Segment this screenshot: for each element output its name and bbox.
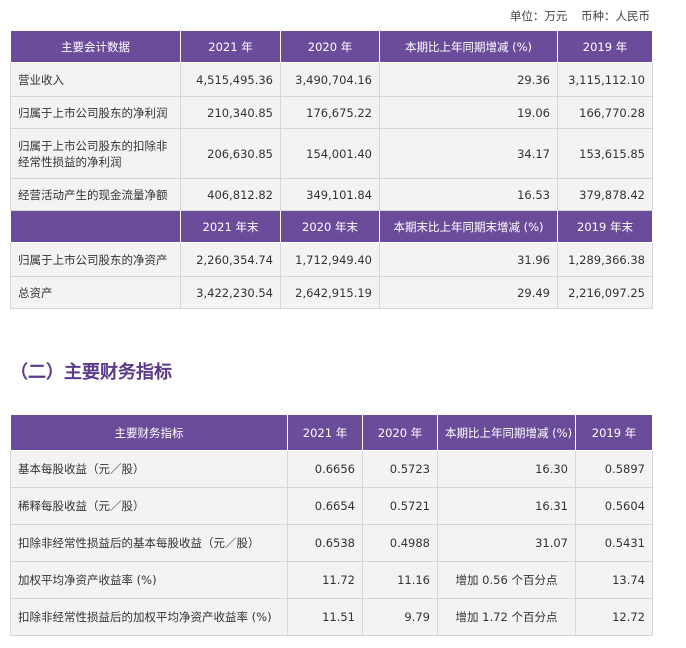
column-header <box>10 210 181 243</box>
cell-value: 31.07 <box>437 524 576 562</box>
cell-value: 12.72 <box>575 598 653 636</box>
table-header-row: 主要会计数据 2021 年 2020 年 本期比上年同期增减 (%) 2019 … <box>10 30 653 63</box>
table-row: 归属于上市公司股东的扣除非经常性损益的净利润 206,630.85 154,00… <box>10 128 653 179</box>
row-label: 总资产 <box>10 276 181 309</box>
row-label: 扣除非经常性损益后的加权平均净资产收益率 (%) <box>10 598 288 636</box>
cell-value: 11.72 <box>287 561 363 599</box>
cell-value: 0.5604 <box>575 487 653 525</box>
cell-value: 2,642,915.19 <box>280 276 380 309</box>
currency-label: 币种：人民币 <box>581 9 650 23</box>
cell-value: 2,260,354.74 <box>180 242 281 277</box>
cell-value: 349,101.84 <box>280 178 380 211</box>
table-row: 稀释每股收益（元／股） 0.6654 0.5721 16.31 0.5604 <box>10 487 653 525</box>
column-header: 2021 年末 <box>180 210 281 243</box>
row-label: 扣除非经常性损益后的基本每股收益（元／股） <box>10 524 288 562</box>
column-header: 本期比上年同期增减 (%) <box>379 30 558 63</box>
financial-indicators-table: 主要财务指标 2021 年 2020 年 本期比上年同期增减 (%) 2019 … <box>10 414 653 636</box>
cell-value: 增加 0.56 个百分点 <box>437 561 576 599</box>
cell-value: 0.6538 <box>287 524 363 562</box>
cell-value: 1,712,949.40 <box>280 242 380 277</box>
cell-value: 19.06 <box>379 96 558 129</box>
cell-value: 154,001.40 <box>280 128 380 179</box>
row-label: 基本每股收益（元／股） <box>10 450 288 488</box>
table-row: 归属于上市公司股东的净资产 2,260,354.74 1,712,949.40 … <box>10 242 653 277</box>
cell-value: 2,216,097.25 <box>557 276 653 309</box>
cell-value: 406,812.82 <box>180 178 281 211</box>
row-label: 归属于上市公司股东的净利润 <box>10 96 181 129</box>
column-header: 主要会计数据 <box>10 30 181 63</box>
cell-value: 13.74 <box>575 561 653 599</box>
cell-value: 16.53 <box>379 178 558 211</box>
column-header: 2021 年 <box>287 414 363 451</box>
unit-line: 单位：万元 币种：人民币 <box>510 8 650 24</box>
table-row: 归属于上市公司股东的净利润 210,340.85 176,675.22 19.0… <box>10 96 653 129</box>
table-row: 经营活动产生的现金流量净额 406,812.82 349,101.84 16.5… <box>10 178 653 211</box>
cell-value: 29.49 <box>379 276 558 309</box>
accounting-data-table: 主要会计数据 2021 年 2020 年 本期比上年同期增减 (%) 2019 … <box>10 30 653 309</box>
table-row: 基本每股收益（元／股） 0.6656 0.5723 16.30 0.5897 <box>10 450 653 488</box>
cell-value: 9.79 <box>362 598 438 636</box>
column-header: 2019 年 <box>557 30 653 63</box>
cell-value: 0.5723 <box>362 450 438 488</box>
cell-value: 3,115,112.10 <box>557 62 653 97</box>
cell-value: 29.36 <box>379 62 558 97</box>
cell-value: 0.5897 <box>575 450 653 488</box>
table-subheader-row: 2021 年末 2020 年末 本期末比上年同期末增减 (%) 2019 年末 <box>10 210 653 243</box>
cell-value: 176,675.22 <box>280 96 380 129</box>
cell-value: 3,490,704.16 <box>280 62 380 97</box>
cell-value: 206,630.85 <box>180 128 281 179</box>
cell-value: 1,289,366.38 <box>557 242 653 277</box>
column-header: 2020 年末 <box>280 210 380 243</box>
row-label: 加权平均净资产收益率 (%) <box>10 561 288 599</box>
cell-value: 11.16 <box>362 561 438 599</box>
cell-value: 0.5721 <box>362 487 438 525</box>
row-label: 营业收入 <box>10 62 181 97</box>
column-header: 主要财务指标 <box>10 414 288 451</box>
table-row: 扣除非经常性损益后的基本每股收益（元／股） 0.6538 0.4988 31.0… <box>10 524 653 562</box>
column-header: 2020 年 <box>280 30 380 63</box>
cell-value: 3,422,230.54 <box>180 276 281 309</box>
cell-value: 31.96 <box>379 242 558 277</box>
cell-value: 0.6656 <box>287 450 363 488</box>
column-header: 2021 年 <box>180 30 281 63</box>
row-label: 归属于上市公司股东的扣除非经常性损益的净利润 <box>10 128 181 179</box>
table-row: 扣除非经常性损益后的加权平均净资产收益率 (%) 11.51 9.79 增加 1… <box>10 598 653 636</box>
row-label: 归属于上市公司股东的净资产 <box>10 242 181 277</box>
cell-value: 0.5431 <box>575 524 653 562</box>
cell-value: 增加 1.72 个百分点 <box>437 598 576 636</box>
unit-label: 单位：万元 <box>509 9 568 23</box>
cell-value: 16.30 <box>437 450 576 488</box>
cell-value: 16.31 <box>437 487 576 525</box>
cell-value: 166,770.28 <box>557 96 653 129</box>
cell-value: 153,615.85 <box>557 128 653 179</box>
cell-value: 11.51 <box>287 598 363 636</box>
row-label: 稀释每股收益（元／股） <box>10 487 288 525</box>
table-header-row: 主要财务指标 2021 年 2020 年 本期比上年同期增减 (%) 2019 … <box>10 414 653 451</box>
column-header: 本期比上年同期增减 (%) <box>437 414 576 451</box>
section-title: （二）主要财务指标 <box>10 362 172 383</box>
cell-value: 34.17 <box>379 128 558 179</box>
column-header: 2019 年 <box>575 414 653 451</box>
column-header: 2019 年末 <box>557 210 653 243</box>
table-row: 总资产 3,422,230.54 2,642,915.19 29.49 2,21… <box>10 276 653 309</box>
column-header: 本期末比上年同期末增减 (%) <box>379 210 558 243</box>
cell-value: 210,340.85 <box>180 96 281 129</box>
cell-value: 0.4988 <box>362 524 438 562</box>
cell-value: 379,878.42 <box>557 178 653 211</box>
table-row: 加权平均净资产收益率 (%) 11.72 11.16 增加 0.56 个百分点 … <box>10 561 653 599</box>
cell-value: 4,515,495.36 <box>180 62 281 97</box>
column-header: 2020 年 <box>362 414 438 451</box>
cell-value: 0.6654 <box>287 487 363 525</box>
table-row: 营业收入 4,515,495.36 3,490,704.16 29.36 3,1… <box>10 62 653 97</box>
row-label: 经营活动产生的现金流量净额 <box>10 178 181 211</box>
